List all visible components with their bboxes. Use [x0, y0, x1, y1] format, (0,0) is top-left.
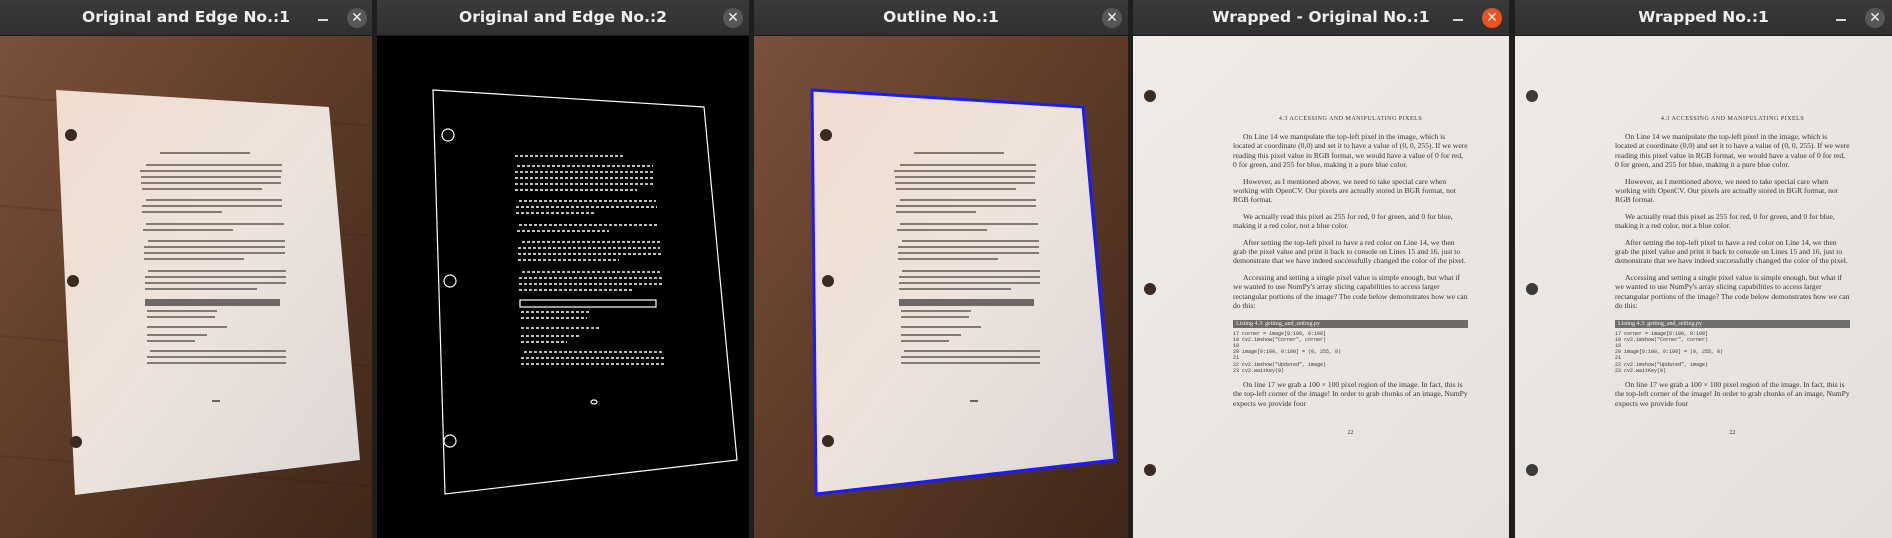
titlebar[interactable]: Wrapped No.:1 ✕ — [1515, 0, 1892, 36]
listing-caption: Listing 4.3: getting_and_setting.py — [1615, 319, 1850, 328]
document-text: 4.3 ACCESSING AND MANIPULATING PIXELS On… — [1233, 116, 1468, 436]
punch-hole — [1144, 283, 1156, 295]
window-title: Original and Edge No.:2 — [459, 8, 667, 26]
document-text: 4.3 ACCESSING AND MANIPULATING PIXELS On… — [1615, 116, 1850, 436]
outline-canvas — [754, 36, 1128, 538]
paragraph: After setting the top-left pixel to have… — [1233, 237, 1466, 266]
minimize-icon[interactable] — [314, 8, 332, 26]
paragraph: Accessing and setting a single pixel val… — [1233, 272, 1468, 311]
page-number: 22 — [1729, 430, 1736, 437]
minimize-icon[interactable] — [1449, 8, 1467, 26]
paragraph: On Line 14 we manipulate the top-left pi… — [1615, 132, 1850, 170]
window-wrapped-1: Wrapped No.:1 ✕ 4.3 ACCESSING AND MANIPU… — [1515, 0, 1892, 538]
window-title: Outline No.:1 — [883, 8, 999, 26]
titlebar[interactable]: Wrapped - Original No.:1 ✕ — [1133, 0, 1509, 36]
code-block: 17 corner = image[0:100, 0:100] 18 cv2.i… — [1233, 331, 1468, 374]
close-button[interactable]: ✕ — [1102, 8, 1122, 28]
window-original-edge-1: Original and Edge No.:1 ✕ — [0, 0, 372, 538]
image-edge-map — [377, 36, 749, 538]
punch-hole — [1144, 90, 1156, 102]
page-header: 4.3 ACCESSING AND MANIPULATING PIXELS — [1278, 116, 1423, 122]
photo-canvas — [0, 36, 372, 538]
image-original-photo — [0, 36, 372, 538]
punch-hole — [1526, 283, 1538, 295]
document-page: 4.3 ACCESSING AND MANIPULATING PIXELS On… — [1133, 36, 1509, 538]
punch-hole — [1526, 90, 1538, 102]
image-wrapped-original: 4.3 ACCESSING AND MANIPULATING PIXELS On… — [1133, 36, 1509, 538]
window-outline-1: Outline No.:1 ✕ — [754, 0, 1128, 538]
image-outline — [754, 36, 1128, 538]
paragraph: We actually read this pixel as 255 for r… — [1615, 211, 1835, 231]
edge-canvas — [432, 89, 738, 495]
close-button[interactable]: ✕ — [1482, 8, 1502, 28]
close-button[interactable]: ✕ — [723, 8, 743, 28]
paragraph: On line 17 we grab a 100 × 100 pixel reg… — [1615, 379, 1850, 408]
document-page: 4.3 ACCESSING AND MANIPULATING PIXELS On… — [1515, 36, 1892, 538]
paragraph: On line 17 we grab a 100 × 100 pixel reg… — [1233, 379, 1468, 408]
code-line: 23 cv2.waitKey(0) — [1615, 367, 1667, 374]
titlebar[interactable]: Original and Edge No.:1 ✕ — [0, 0, 372, 36]
punch-hole — [1144, 464, 1156, 476]
window-original-edge-2: Original and Edge No.:2 ✕ — [377, 0, 749, 538]
punch-hole — [1526, 464, 1538, 476]
paragraph: We actually read this pixel as 255 for r… — [1233, 211, 1453, 231]
paragraph: On Line 14 we manipulate the top-left pi… — [1233, 132, 1468, 170]
listing-caption: Listing 4.3: getting_and_setting.py — [1233, 319, 1468, 328]
close-button[interactable]: ✕ — [1865, 8, 1885, 28]
close-button[interactable]: ✕ — [347, 8, 367, 28]
paragraph: Accessing and setting a single pixel val… — [1615, 272, 1850, 311]
page-number: 22 — [1347, 430, 1354, 437]
window-wrapped-original-1: Wrapped - Original No.:1 ✕ 4.3 ACCESSING… — [1133, 0, 1509, 538]
titlebar[interactable]: Outline No.:1 ✕ — [754, 0, 1128, 36]
image-wrapped: 4.3 ACCESSING AND MANIPULATING PIXELS On… — [1515, 36, 1892, 538]
code-block: 17 corner = image[0:100, 0:100] 18 cv2.i… — [1615, 331, 1850, 374]
page-header: 4.3 ACCESSING AND MANIPULATING PIXELS — [1660, 116, 1805, 122]
titlebar[interactable]: Original and Edge No.:2 ✕ — [377, 0, 749, 36]
paragraph: However, as I mentioned above, we need t… — [1233, 176, 1456, 205]
paragraph: After setting the top-left pixel to have… — [1615, 237, 1848, 266]
paragraph: However, as I mentioned above, we need t… — [1615, 176, 1838, 205]
code-line: 23 cv2.waitKey(0) — [1233, 367, 1285, 374]
minimize-icon[interactable] — [1832, 8, 1850, 26]
